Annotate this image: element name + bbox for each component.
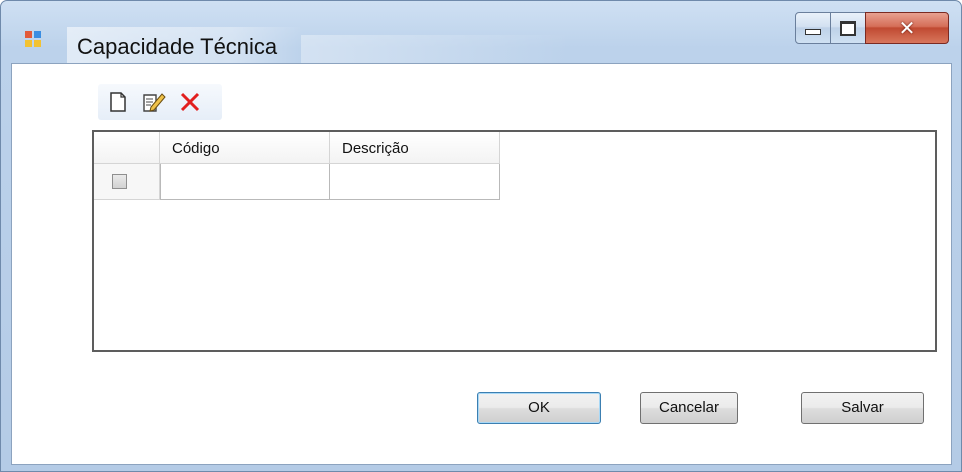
app-icon[interactable] [25,31,41,47]
toolbar [98,84,222,120]
close-button[interactable]: ✕ [865,12,949,44]
cell-codigo[interactable] [160,164,330,200]
edit-button[interactable] [142,90,166,114]
maximize-button[interactable] [830,12,866,44]
grid-header: Código Descrição [94,132,500,164]
delete-button[interactable] [178,90,202,114]
ok-button[interactable]: OK [477,392,601,424]
save-button[interactable]: Salvar [801,392,924,424]
header-selector-cell [94,132,160,164]
delete-x-icon [180,92,200,112]
close-icon: ✕ [898,17,916,40]
row-selector-cell[interactable] [94,164,160,200]
table-row[interactable] [94,164,500,200]
dialog-window: Capacidade Técnica ✕ Código Descrição OK… [0,0,962,472]
data-grid[interactable]: Código Descrição [92,130,937,352]
title-bar[interactable]: Capacidade Técnica ✕ [1,1,961,67]
row-checkbox[interactable] [112,174,127,189]
maximize-icon [840,20,856,36]
new-document-icon [110,92,126,112]
title-glow [301,35,571,63]
edit-document-icon [143,93,166,112]
minimize-button[interactable] [795,12,831,44]
column-header-codigo[interactable]: Código [160,132,330,164]
new-button[interactable] [106,90,130,114]
cancel-button[interactable]: Cancelar [640,392,738,424]
minimize-icon [805,29,821,35]
cell-descricao[interactable] [330,164,500,200]
client-area: Código Descrição OK Cancelar Salvar [11,63,952,465]
column-header-descricao[interactable]: Descrição [330,132,500,164]
window-title: Capacidade Técnica [67,27,304,67]
